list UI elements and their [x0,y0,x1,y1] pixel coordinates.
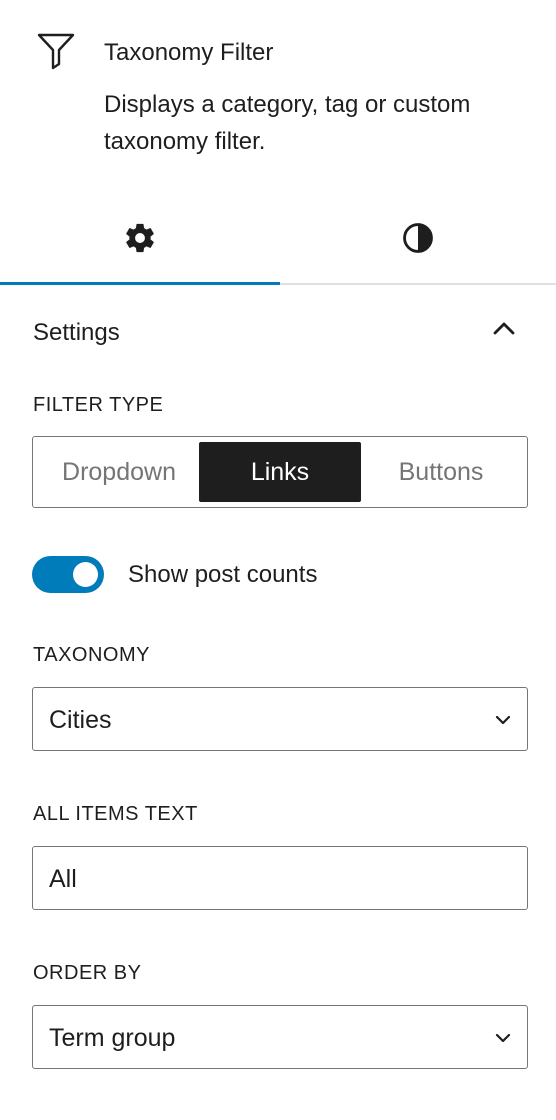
filter-type-option-buttons[interactable]: Buttons [360,442,522,502]
filter-type-label: FILTER TYPE [33,394,164,416]
taxonomy-select-value: Cities [49,706,112,734]
all-items-text-value: All [49,865,77,893]
taxonomy-select[interactable]: Cities [32,687,528,751]
inspector-tabs [0,196,556,285]
filter-type-segmented-control: Dropdown Links Buttons [32,436,528,508]
order-by-select[interactable]: Term group [32,1005,528,1069]
active-tab-indicator [0,282,280,285]
order-by-select-value: Term group [49,1024,176,1052]
order-by-label: ORDER BY [33,962,142,984]
all-items-text-input[interactable]: All [32,846,528,910]
toggle-knob [73,562,98,587]
show-post-counts-label[interactable]: Show post counts [128,561,317,589]
all-items-text-label: ALL ITEMS TEXT [33,803,198,825]
taxonomy-label: TAXONOMY [33,644,150,666]
filter-type-option-dropdown[interactable]: Dropdown [38,442,200,502]
panel-collapse-button[interactable] [486,312,522,348]
filter-icon [36,30,76,70]
tab-settings[interactable] [0,196,280,285]
chevron-up-icon [492,316,516,345]
filter-type-option-links[interactable]: Links [199,442,361,502]
contrast-icon [401,221,435,260]
block-title: Taxonomy Filter [104,39,274,66]
chevron-down-icon [493,1028,513,1048]
chevron-down-icon [493,710,513,730]
gear-icon [123,221,157,260]
panel-title: Settings [33,319,120,346]
tab-styles[interactable] [280,196,556,285]
block-description: Displays a category, tag or custom taxon… [104,91,471,155]
show-post-counts-toggle[interactable] [32,556,104,593]
